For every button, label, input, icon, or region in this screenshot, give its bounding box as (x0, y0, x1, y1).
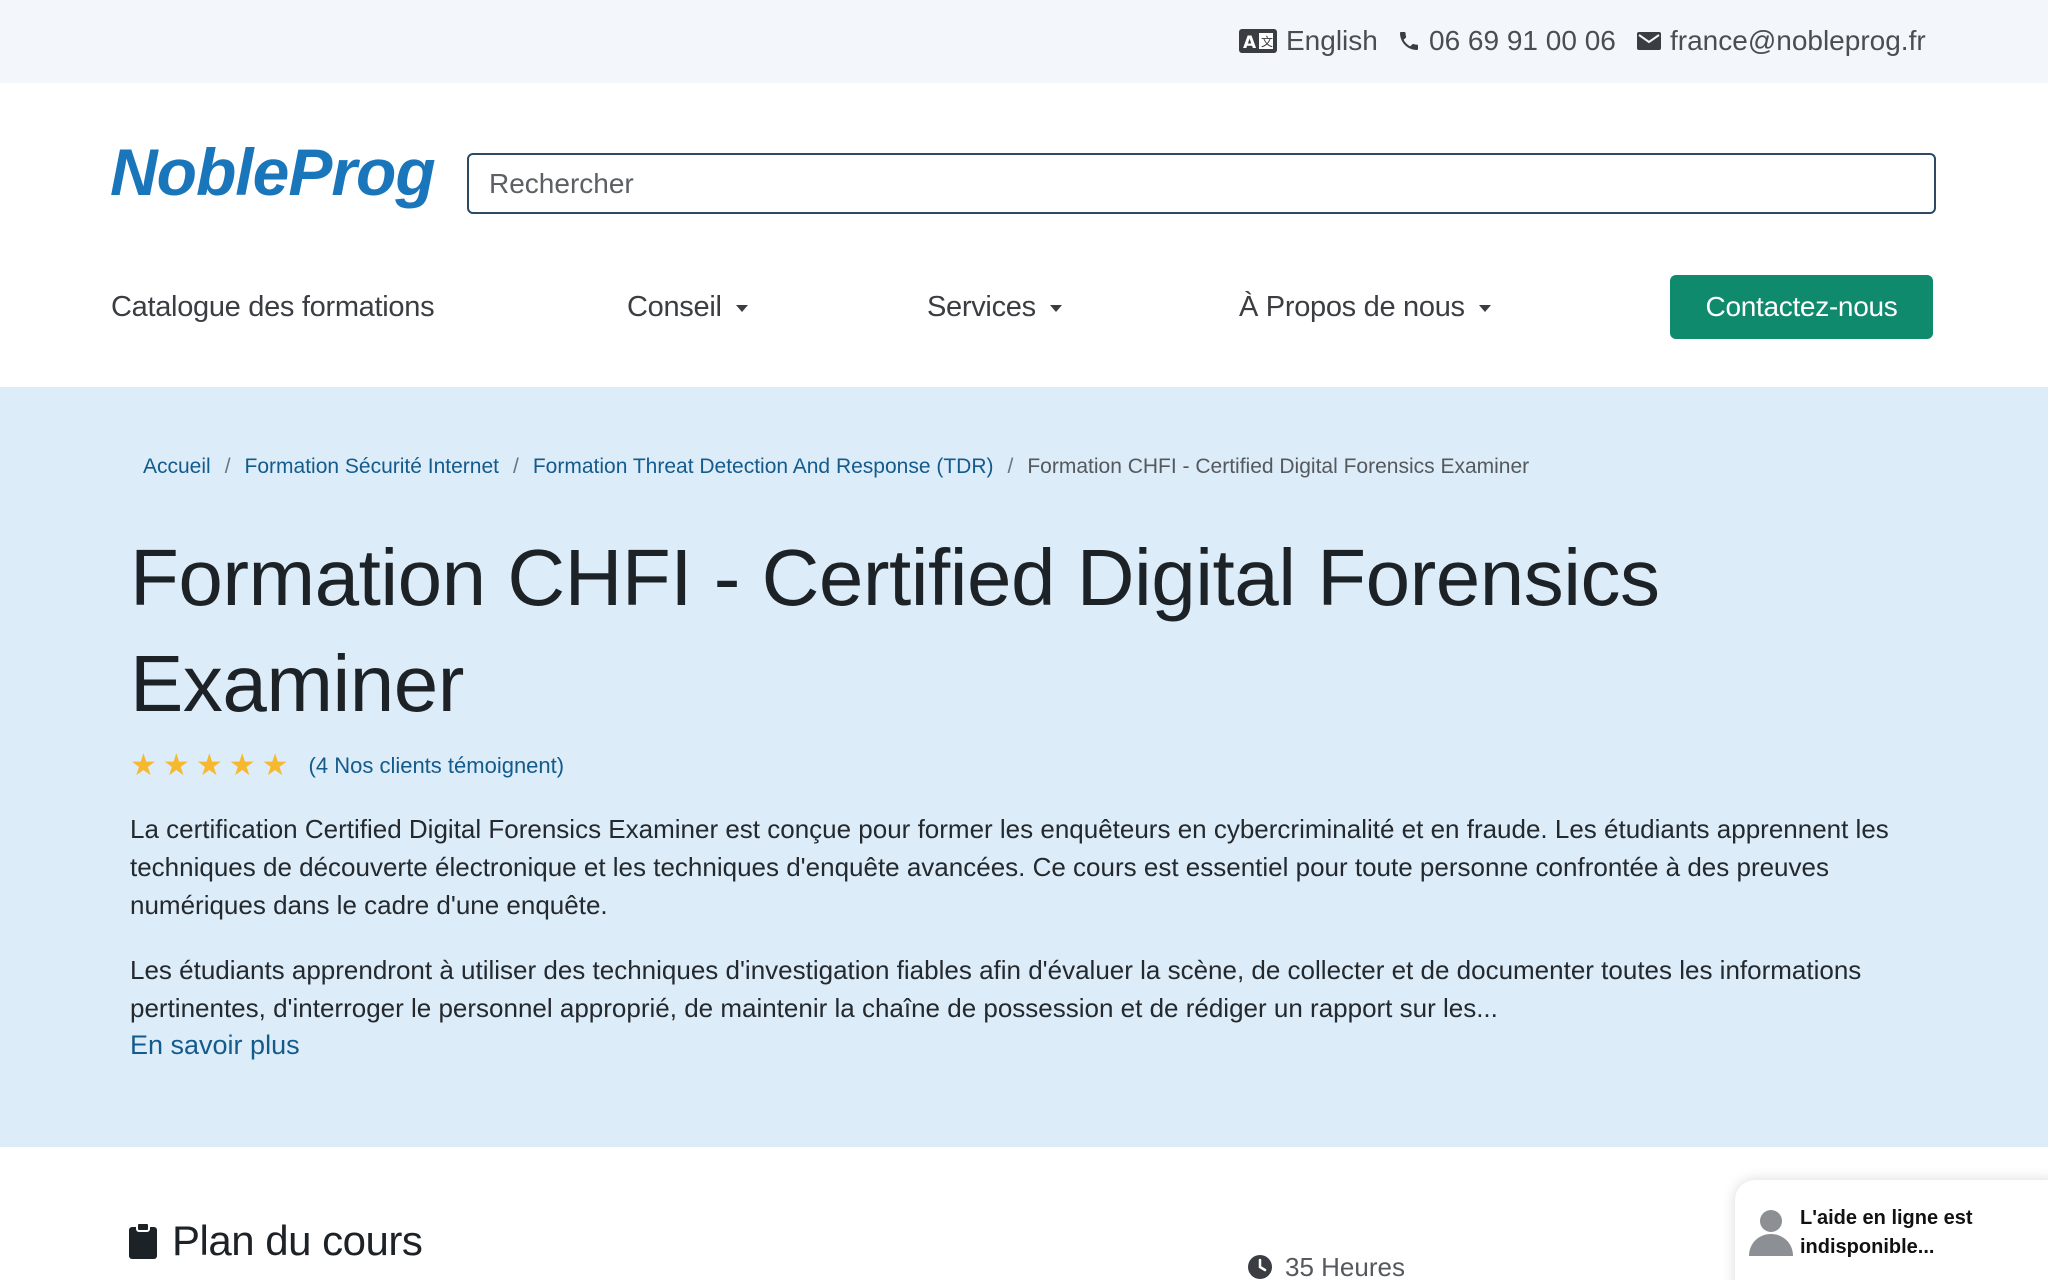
course-description-1: La certification Certified Digital Foren… (130, 814, 1889, 920)
language-switch[interactable]: A文 English (1238, 22, 1378, 60)
phone-number: 06 69 91 00 06 (1429, 25, 1616, 56)
breadcrumb-separator: / (513, 455, 519, 478)
nav-conseil-dropdown[interactable]: Conseil (627, 285, 748, 329)
star-rating: ★ ★ ★ ★ ★ (130, 751, 295, 781)
breadcrumb-securite-internet[interactable]: Formation Sécurité Internet (245, 455, 499, 479)
nav-catalogue-label: Catalogue des formations (111, 290, 435, 323)
user-avatar-icon (1749, 1210, 1793, 1256)
course-outline-heading: Plan du cours (128, 1216, 423, 1266)
translate-icon: A文 (1239, 29, 1277, 53)
breadcrumb-current: Formation CHFI - Certified Digital Foren… (1027, 455, 1530, 478)
caret-down-icon (1478, 304, 1491, 312)
star-icon: ★ (195, 749, 223, 782)
svg-text:A: A (1243, 33, 1257, 53)
course-rating: ★ ★ ★ ★ ★ (4 Nos clients témoignent) (130, 748, 564, 784)
chat-status-message: L'aide en ligne est indisponible... (1800, 1207, 1973, 1258)
breadcrumb-home[interactable]: Accueil (143, 455, 211, 479)
breadcrumb-tdr[interactable]: Formation Threat Detection And Response … (533, 455, 994, 479)
email-address: france@nobleprog.fr (1670, 25, 1926, 56)
email-link[interactable]: france@nobleprog.fr (1636, 22, 1926, 60)
nav-conseil-label: Conseil (627, 290, 722, 323)
breadcrumb: Accueil / Formation Sécurité Internet / … (143, 455, 1529, 479)
reviews-link[interactable]: (4 Nos clients témoignent) (309, 753, 565, 779)
breadcrumb-separator: / (1007, 455, 1014, 478)
phone-icon (1400, 32, 1418, 50)
caret-down-icon (735, 304, 748, 312)
clock-icon (1248, 1255, 1272, 1279)
course-duration: 35 Heures (1247, 1250, 1405, 1280)
svg-text:文: 文 (1261, 34, 1273, 49)
live-chat-widget[interactable]: L'aide en ligne est indisponible... (1735, 1180, 2048, 1280)
duration-label: 35 Heures (1285, 1251, 1405, 1280)
star-icon: ★ (162, 749, 190, 782)
nav-services-label: Services (927, 290, 1036, 323)
top-utility-bar: A文 English 06 69 91 00 06 france@noblepr… (0, 0, 2048, 83)
language-label: English (1286, 25, 1378, 56)
mail-icon (1637, 32, 1661, 50)
contact-button[interactable]: Contactez-nous (1670, 275, 1933, 339)
search-input[interactable] (467, 153, 1936, 214)
nobleprog-logo[interactable]: NobleProg (110, 134, 436, 210)
phone-link[interactable]: 06 69 91 00 06 (1397, 22, 1616, 60)
page-title: Formation CHFI - Certified Digital Foren… (130, 533, 1660, 728)
star-icon: ★ (261, 749, 289, 782)
read-more-link[interactable]: En savoir plus (130, 1030, 300, 1061)
star-icon: ★ (130, 749, 157, 782)
clipboard-icon (129, 1222, 157, 1259)
nav-apropos-label: À Propos de nous (1239, 290, 1465, 323)
nav-apropos-dropdown[interactable]: À Propos de nous (1239, 285, 1491, 329)
outline-title: Plan du cours (172, 1217, 423, 1264)
nav-services-dropdown[interactable]: Services (927, 285, 1062, 329)
caret-down-icon (1049, 304, 1062, 312)
nav-catalogue[interactable]: Catalogue des formations (111, 285, 435, 329)
star-icon: ★ (228, 749, 256, 782)
breadcrumb-separator: / (224, 455, 231, 478)
course-description-2: Les étudiants apprendront à utiliser des… (130, 955, 1862, 1023)
